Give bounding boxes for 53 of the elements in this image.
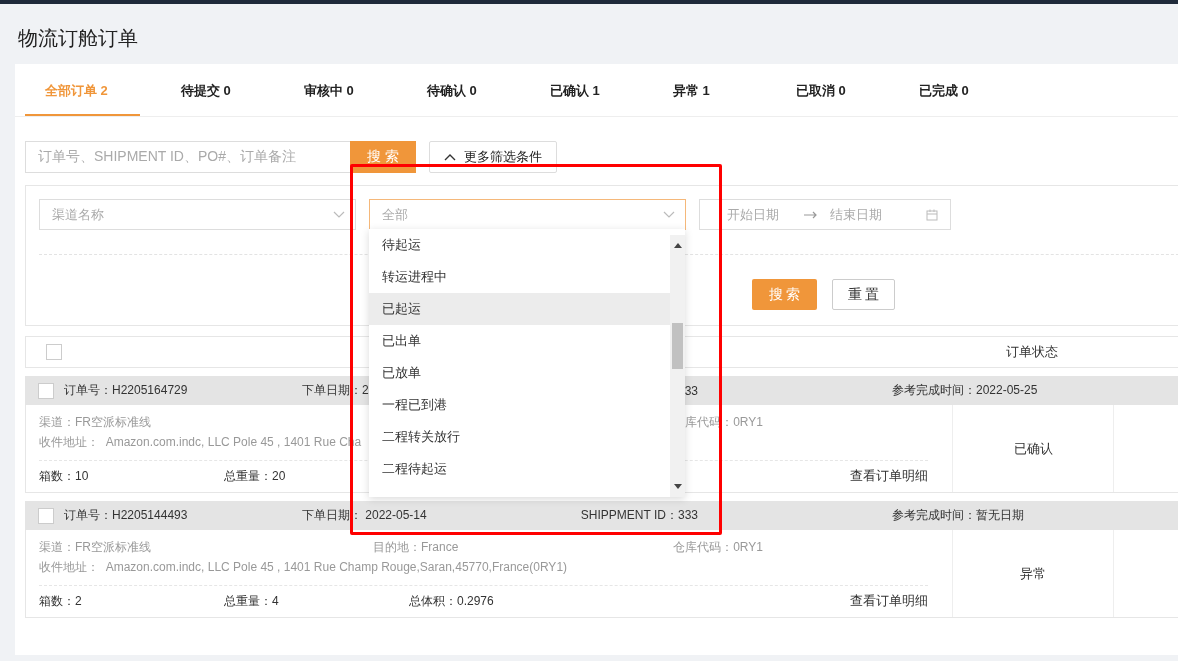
warehouse-code: 仓库代码：0RY1: [673, 539, 763, 556]
dropdown-option[interactable]: 待起运: [369, 229, 670, 261]
status-tab[interactable]: 待提交 0: [161, 65, 284, 116]
reference-time: 参考完成时间：2022-05-25: [892, 382, 1038, 399]
arrow-right-icon: [804, 210, 818, 219]
status-tab[interactable]: 已取消 0: [776, 65, 899, 116]
scroll-down-icon[interactable]: [674, 484, 682, 489]
dropdown-option[interactable]: 已放单: [369, 357, 670, 389]
channel-text: 渠道：FR空派标准线: [39, 415, 151, 429]
dropdown-option[interactable]: 转运进程中: [369, 261, 670, 293]
status-tab[interactable]: 审核中 0: [284, 65, 407, 116]
select-all-checkbox[interactable]: [46, 344, 62, 360]
status-tab[interactable]: 异常 1: [653, 65, 776, 116]
dropdown-option[interactable]: 已起运: [369, 293, 670, 325]
dropdown-option[interactable]: 二程转关放行: [369, 421, 670, 453]
scroll-thumb[interactable]: [672, 323, 683, 369]
shipment-id: 33: [684, 383, 698, 398]
more-filters-button[interactable]: 更多筛选条件: [429, 141, 557, 173]
status-tab[interactable]: 已确认 1: [530, 65, 653, 116]
reset-button[interactable]: 重 置: [832, 279, 895, 310]
reference-time: 参考完成时间：暂无日期: [892, 507, 1024, 524]
dropdown-option[interactable]: 已出单: [369, 325, 670, 357]
total-volume: 总体积：0.2976: [409, 593, 494, 608]
chevron-down-icon: [333, 210, 345, 219]
box-count: 箱数：10: [39, 468, 89, 483]
order-status: 已确认: [1013, 439, 1053, 458]
box-count: 箱数：2: [39, 593, 82, 608]
order-detail-link[interactable]: 查看订单明细: [850, 592, 928, 610]
total-weight: 总重量：20: [224, 468, 286, 483]
channel-text: 渠道：FR空派标准线: [39, 540, 151, 554]
status-tab[interactable]: 已完成 0: [899, 65, 1022, 116]
order-checkbox[interactable]: [38, 507, 54, 524]
calendar-icon: [926, 208, 938, 221]
order-status: 异常: [1020, 564, 1046, 583]
scrollbar[interactable]: [670, 235, 685, 497]
dropdown-option[interactable]: 二程待起运: [369, 453, 670, 485]
column-header: 订单状态: [1005, 343, 1059, 361]
order-checkbox[interactable]: [38, 382, 54, 399]
chevron-up-icon: [444, 153, 456, 161]
order-detail-link[interactable]: 查看订单明细: [850, 467, 928, 485]
order-date: 下单日期：2: [302, 382, 369, 399]
order-number: 订单号：H2205164729: [64, 382, 188, 399]
status-tab[interactable]: 待确认 0: [407, 65, 530, 116]
order-date: 下单日期： 2022-05-14: [302, 507, 427, 524]
dropdown-option[interactable]: 一程已到港: [369, 389, 670, 421]
destination-text: 目的地：France: [373, 540, 459, 554]
total-weight: 总重量：4: [224, 593, 279, 608]
chevron-down-icon: [663, 210, 675, 219]
scroll-up-icon[interactable]: [674, 243, 682, 248]
shipment-id: SHIPPMENT ID：333: [580, 507, 698, 524]
address-text: 收件地址： Amazon.com.indc, LLC Pole 45 , 1401 Rue Champ Rouge,Saran,45770,France(0RY1): [39, 559, 568, 576]
page-title: 物流订舱订单: [17, 26, 139, 51]
order-number: 订单号：H2205144493: [64, 507, 188, 524]
